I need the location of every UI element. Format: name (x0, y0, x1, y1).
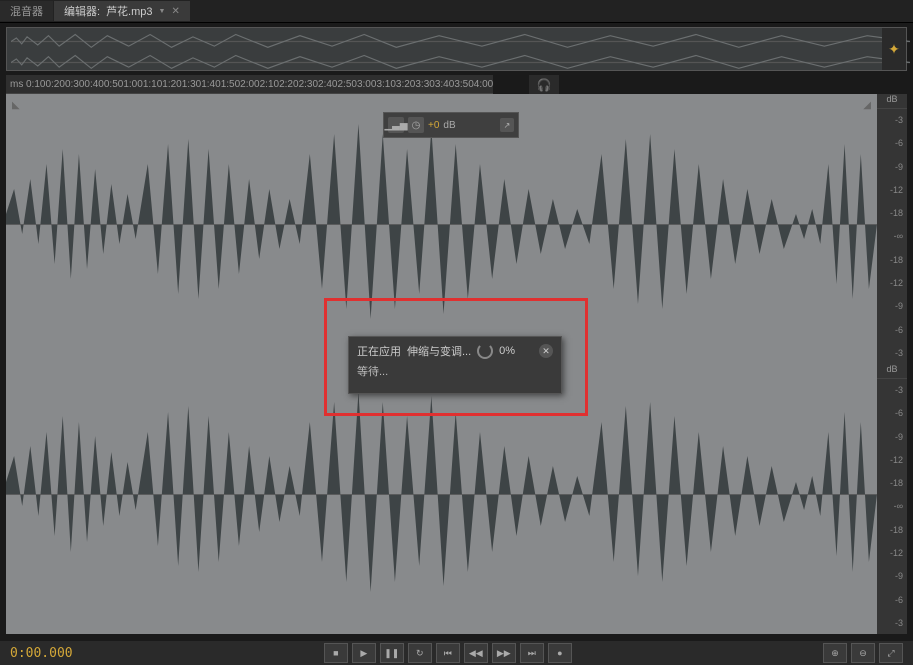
skip-fwd-button[interactable]: ⏭ (520, 643, 544, 663)
db-mark: -18 (877, 255, 903, 265)
expand-left-icon[interactable]: ◣ (12, 100, 20, 111)
ruler-mark: 0:50 (104, 79, 123, 90)
db-mark: -6 (877, 138, 903, 148)
headphones-icon: 🎧 (537, 78, 552, 92)
transport-bar: 0:00.000 ■ ▶ ❚❚ ↻ ⏮ ◀◀ ▶▶ ⏭ ● ⊕ ⊖ ⤢ (0, 641, 913, 665)
ruler-mark: 0:20 (45, 79, 64, 90)
ruler-mark: 2:30 (299, 79, 318, 90)
loop-button[interactable]: ↻ (408, 643, 432, 663)
overview-waveform[interactable]: ✦ (6, 27, 907, 71)
dialog-text-prefix: 正在应用 (357, 343, 401, 359)
ruler-mark: 0:40 (84, 79, 103, 90)
channel-right (6, 364, 877, 624)
tab-editor-prefix: 编辑器: (64, 3, 100, 19)
ruler-mark: 3:30 (415, 79, 434, 90)
ruler-mark: 1:20 (162, 79, 181, 90)
db-mark: -12 (877, 455, 903, 465)
level-hud[interactable]: ▁▃▅ ◷ +0 dB ↗ (383, 112, 519, 138)
overview-side-button[interactable]: ✦ (882, 28, 906, 70)
pin-icon[interactable]: ↗ (500, 118, 514, 132)
ruler-mark: 4:00 (474, 79, 493, 90)
ruler-mark: 0:10 (26, 79, 45, 90)
ruler-mark: 2:10 (260, 79, 279, 90)
zoom-out-button[interactable]: ⊖ (851, 643, 875, 663)
tab-mixer[interactable]: 混音器 (0, 1, 53, 21)
rewind-button[interactable]: ◀◀ (464, 643, 488, 663)
ruler-mark: 2:20 (279, 79, 298, 90)
spinner-icon (477, 343, 493, 359)
hud-value: +0 (428, 120, 439, 131)
timecode: 0:00.000 (10, 646, 73, 661)
db-mark: -3 (877, 618, 903, 628)
ruler-mark: 3:00 (357, 79, 376, 90)
db-mark: -3 (877, 115, 903, 125)
ruler-mark: 3:20 (396, 79, 415, 90)
db-mark: -6 (877, 408, 903, 418)
db-mark: -18 (877, 208, 903, 218)
db-mark: -∞ (877, 231, 903, 241)
ruler-unit: ms (6, 79, 26, 90)
expand-right-icon[interactable]: ◢ (863, 100, 871, 111)
tab-bar: 混音器 编辑器: 芦花.mp3 ▼ ✕ (0, 0, 913, 23)
ruler-mark: 3:40 (435, 79, 454, 90)
db-mark: -9 (877, 301, 903, 311)
db-mark: -3 (877, 348, 903, 358)
db-mark: -∞ (877, 501, 903, 511)
db-mark: -6 (877, 325, 903, 335)
forward-button[interactable]: ▶▶ (492, 643, 516, 663)
dropdown-icon[interactable]: ▼ (159, 8, 166, 15)
ruler-mark: 1:10 (143, 79, 162, 90)
db-label: dB (877, 364, 907, 379)
hud-unit: dB (443, 120, 455, 131)
ruler-mark: 1:00 (123, 79, 142, 90)
ruler-mark: 1:40 (201, 79, 220, 90)
db-mark: -9 (877, 571, 903, 581)
tab-editor[interactable]: 编辑器: 芦花.mp3 ▼ ✕ (54, 1, 190, 21)
play-button[interactable]: ▶ (352, 643, 376, 663)
ruler-mark: 3:50 (454, 79, 473, 90)
record-button[interactable]: ● (548, 643, 572, 663)
progress-dialog: 正在应用 伸缩与变调... 0% ✕ 等待... (348, 336, 562, 394)
zoom-in-button[interactable]: ⊕ (823, 643, 847, 663)
db-mark: -12 (877, 278, 903, 288)
ruler-mark: 2:00 (240, 79, 259, 90)
volume-bars-icon: ▁▃▅ (388, 117, 404, 133)
db-mark: -12 (877, 548, 903, 558)
db-mark: -18 (877, 478, 903, 488)
ruler-mark: 1:30 (182, 79, 201, 90)
time-ruler[interactable]: ms 0:100:200:300:400:501:001:101:201:301… (6, 75, 493, 94)
ruler-mark: 2:50 (338, 79, 357, 90)
skip-back-button[interactable]: ⏮ (436, 643, 460, 663)
db-scale-left-channel: dB -3 -6 -9 -12 -18 -∞ -18 -12 -9 -6 -3 dB -3 -6 -9 -… (877, 94, 907, 634)
ruler-side-button[interactable]: 🎧 (529, 75, 559, 94)
pause-button[interactable]: ❚❚ (380, 643, 404, 663)
star-icon: ✦ (888, 41, 900, 58)
dialog-text-effect: 伸缩与变调... (407, 343, 471, 359)
db-mark: -18 (877, 525, 903, 535)
stop-button[interactable]: ■ (324, 643, 348, 663)
db-mark: -3 (877, 385, 903, 395)
ruler-mark: 2:40 (318, 79, 337, 90)
waveform-editor[interactable]: ◣ ◢ ▁▃▅ ◷ +0 dB ↗ 正在应用 伸缩与变调... (6, 94, 877, 634)
clock-icon: ◷ (408, 117, 424, 133)
tab-editor-filename: 芦花.mp3 (106, 3, 152, 19)
db-mark: -9 (877, 432, 903, 442)
dialog-percent: 0% (499, 345, 515, 357)
close-tab-icon[interactable]: ✕ (171, 6, 179, 17)
db-label: dB (877, 94, 907, 109)
ruler-mark: 0:30 (65, 79, 84, 90)
overview-svg (11, 31, 910, 73)
ruler-mark: 1:50 (221, 79, 240, 90)
db-mark: -12 (877, 185, 903, 195)
ruler-mark: 3:10 (376, 79, 395, 90)
dialog-status: 等待... (357, 363, 553, 379)
db-mark: -6 (877, 595, 903, 605)
zoom-fit-button[interactable]: ⤢ (879, 643, 903, 663)
dialog-close-button[interactable]: ✕ (539, 344, 553, 358)
db-mark: -9 (877, 162, 903, 172)
